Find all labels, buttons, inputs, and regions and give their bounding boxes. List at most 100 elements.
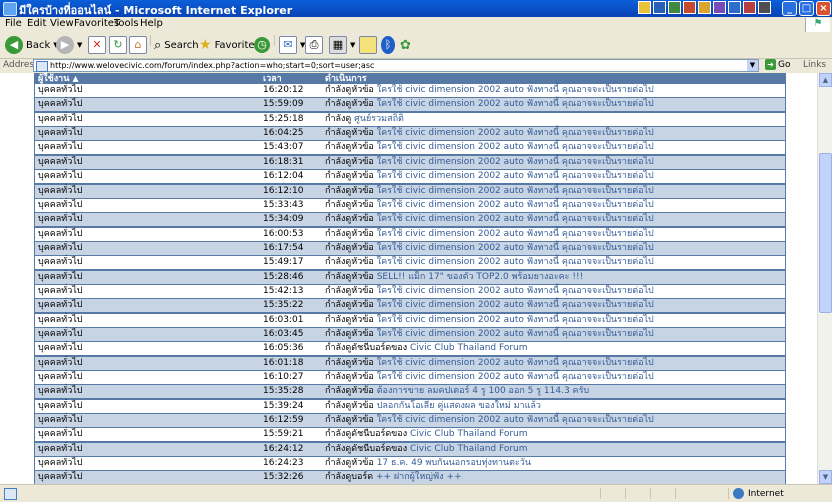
topic-link[interactable]: ใครใช้ civic dimension 2002 auto ฟังทางน…	[377, 186, 654, 196]
print-button[interactable]: ⎙	[305, 35, 323, 55]
favorites-button[interactable]: ★ Favorites	[199, 35, 260, 55]
topic-link[interactable]: ใครใช้ civic dimension 2002 auto ฟังทางน…	[377, 200, 654, 210]
messenger-icon: ✿	[400, 37, 411, 53]
topic-link[interactable]: ปลอกกันโอเลีย คู่แสดงผล ของใหม่ มาแล้ว	[377, 401, 541, 411]
scroll-up-icon[interactable]: ▲	[819, 73, 832, 87]
stop-button[interactable]: ✕	[88, 35, 106, 55]
time-cell: 15:59:21	[263, 429, 304, 440]
topic-link[interactable]: ใครใช้ civic dimension 2002 auto ฟังทางน…	[377, 300, 654, 310]
topic-link[interactable]: ใครใช้ civic dimension 2002 auto ฟังทางน…	[377, 329, 654, 339]
tray-icon[interactable]	[728, 1, 741, 14]
topic-link[interactable]: ใครใช้ civic dimension 2002 auto ฟังทางน…	[377, 157, 654, 167]
tray-icon[interactable]	[668, 1, 681, 14]
links-button[interactable]: Links	[803, 60, 826, 70]
action-text: กำลังดูหัวข้อ	[325, 271, 374, 282]
action-text: กำลังดูหัวข้อ	[325, 357, 374, 368]
scroll-down-icon[interactable]: ▼	[819, 470, 832, 484]
search-button[interactable]: ⌕ Search	[154, 35, 199, 55]
table-row: บุคคลทั่วไป 15:39:24 กำลังดูหัวข้อ ปลอกกัน…	[35, 399, 785, 413]
action-text: กำลังดูหัวข้อ	[325, 128, 374, 138]
menu-view[interactable]: View	[50, 18, 74, 29]
action-cell: กำลังดูหัวข้อ ใครใช้ civic dimension 200…	[325, 84, 654, 97]
edit-button[interactable]: ▦ ▼	[329, 35, 355, 55]
go-button[interactable]: ➜ Go	[765, 59, 790, 70]
table-row: บุคคลทั่วไป 15:28:46 กำลังดูหัวข้อ SELL!! …	[35, 270, 785, 284]
action-cell: กำลังดูหัวข้อ ใครใช้ civic dimension 200…	[325, 357, 654, 370]
history-icon: ◷	[254, 37, 270, 53]
minimize-button[interactable]: _	[782, 1, 797, 16]
table-row: บุคคลทั่วไป 15:35:28 กำลังดูหัวข้อ ต้องการ…	[35, 385, 785, 399]
refresh-button[interactable]: ↻	[109, 35, 127, 55]
topic-link[interactable]: ใครใช้ civic dimension 2002 auto ฟังทางน…	[377, 128, 654, 138]
time-cell: 16:03:45	[263, 328, 304, 339]
time-cell: 15:59:09	[263, 99, 304, 110]
forward-button[interactable]: ▶ ▼	[56, 35, 82, 55]
tray-icon[interactable]	[758, 1, 771, 14]
close-button[interactable]: ×	[816, 1, 831, 16]
menu-tools[interactable]: Tools	[114, 18, 139, 29]
history-button[interactable]: ◷	[254, 35, 270, 55]
topic-link[interactable]: ใครใช้ civic dimension 2002 auto ฟังทางน…	[377, 243, 654, 253]
address-url[interactable]: http://www.welovecivic.com/forum/index.p…	[50, 60, 374, 72]
topic-link[interactable]: ใครใช้ civic dimension 2002 auto ฟังทางน…	[377, 358, 654, 368]
menu-file[interactable]: File	[5, 18, 22, 29]
discuss-button[interactable]	[359, 35, 377, 55]
action-text: กำลังดูหัวข้อ	[325, 314, 374, 325]
address-input[interactable]: http://www.welovecivic.com/forum/index.p…	[33, 59, 759, 72]
action-cell: กำลังดูหัวข้อ ใครใช้ civic dimension 200…	[325, 141, 654, 154]
user-cell: บุคคลทั่วไป	[38, 271, 83, 282]
user-cell: บุคคลทั่วไป	[38, 128, 83, 138]
action-text: กำลังดูหัวข้อ	[325, 199, 374, 210]
menu-edit[interactable]: Edit	[27, 18, 46, 29]
topic-link[interactable]: ใครใช้ civic dimension 2002 auto ฟังทางน…	[377, 171, 654, 181]
user-cell: บุคคลทั่วไป	[38, 142, 83, 153]
time-cell: 15:32:26	[263, 472, 304, 483]
menu-help[interactable]: Help	[140, 18, 163, 29]
tray-icon[interactable]	[743, 1, 756, 14]
topic-link[interactable]: ใครใช้ civic dimension 2002 auto ฟังทางน…	[377, 85, 654, 95]
topic-link[interactable]: SELL!! แม็ก 17" ของตัว TOP2.0 พร้อมยางอะ…	[377, 272, 584, 282]
topic-link[interactable]: Civic Club Thailand Forum	[410, 343, 528, 353]
topic-link[interactable]: ใครใช้ civic dimension 2002 auto ฟังทางน…	[377, 372, 654, 382]
tray-icon[interactable]	[653, 1, 666, 14]
topic-link[interactable]: 17 ธ.ค. 49 พบกันนอกรอบทุ่งทานตะวัน	[377, 458, 531, 468]
tray-icon[interactable]	[698, 1, 711, 14]
vertical-scrollbar[interactable]: ▲ ▼	[817, 73, 832, 484]
address-dropdown-icon[interactable]: ▼	[747, 60, 758, 71]
topic-link[interactable]: ใครใช้ civic dimension 2002 auto ฟังทางน…	[377, 415, 654, 425]
menu-favorites[interactable]: Favorites	[74, 18, 119, 29]
time-cell: 16:24:23	[263, 458, 304, 469]
topic-link[interactable]: Civic Club Thailand Forum	[410, 444, 528, 454]
tray-icon[interactable]	[713, 1, 726, 14]
topic-link[interactable]: ใครใช้ civic dimension 2002 auto ฟังทางน…	[377, 99, 654, 109]
topic-link[interactable]: ศูนย์รวมสถิติ	[354, 114, 404, 124]
table-row: บุคคลทั่วไป 16:18:31 กำลังดูหัวข้อ ใครใช้ …	[35, 155, 785, 169]
table-row: บุคคลทั่วไป 16:01:18 กำลังดูหัวข้อ ใครใช้ …	[35, 356, 785, 370]
scroll-thumb[interactable]	[819, 153, 832, 313]
topic-link[interactable]: ใครใช้ civic dimension 2002 auto ฟังทางน…	[377, 286, 654, 296]
topic-link[interactable]: ใครใช้ civic dimension 2002 auto ฟังทางน…	[377, 315, 654, 325]
topic-link[interactable]: ต้องการขาย ลมคปเตอร์ 4 รู 100 ออก 5 รู 1…	[377, 386, 589, 396]
topic-link[interactable]: ใครใช้ civic dimension 2002 auto ฟังทางน…	[377, 142, 654, 152]
back-button[interactable]: ◀ Back ▼	[5, 35, 59, 55]
user-cell: บุคคลทั่วไป	[38, 343, 83, 354]
topic-link[interactable]: ++ ฝากผู้ใหญ่ฟัง ++	[376, 472, 462, 482]
action-cell: กำลังดูหัวข้อ ใครใช้ civic dimension 200…	[325, 156, 654, 169]
mail-button[interactable]: ✉ ▼	[279, 35, 305, 55]
search-icon: ⌕	[154, 37, 162, 53]
topic-link[interactable]: ใครใช้ civic dimension 2002 auto ฟังทางน…	[377, 257, 654, 267]
topic-link[interactable]: ใครใช้ civic dimension 2002 auto ฟังทางน…	[377, 214, 654, 224]
tray-icon[interactable]	[638, 1, 651, 14]
table-row: บุคคลทั่วไป 15:32:26 กำลังดูบอร์ด ++ ฝากผู…	[35, 471, 785, 484]
tray-icon[interactable]	[683, 1, 696, 14]
action-text: กำลังดูดัชนีบอร์ดของ	[325, 429, 408, 440]
maximize-button[interactable]: □	[799, 1, 814, 16]
topic-link[interactable]: ใครใช้ civic dimension 2002 auto ฟังทางน…	[377, 229, 654, 239]
messenger-button[interactable]: ✿	[400, 35, 411, 55]
home-button[interactable]: ⌂	[129, 35, 147, 55]
user-cell: บุคคลทั่วไป	[38, 85, 83, 95]
action-cell: กำลังดูหัวข้อ ใครใช้ civic dimension 200…	[325, 371, 654, 384]
topic-link[interactable]: Civic Club Thailand Forum	[410, 429, 528, 439]
bluetooth-button[interactable]: ᛒ	[381, 35, 395, 55]
action-text: กำลังดูหัวข้อ	[325, 99, 374, 110]
